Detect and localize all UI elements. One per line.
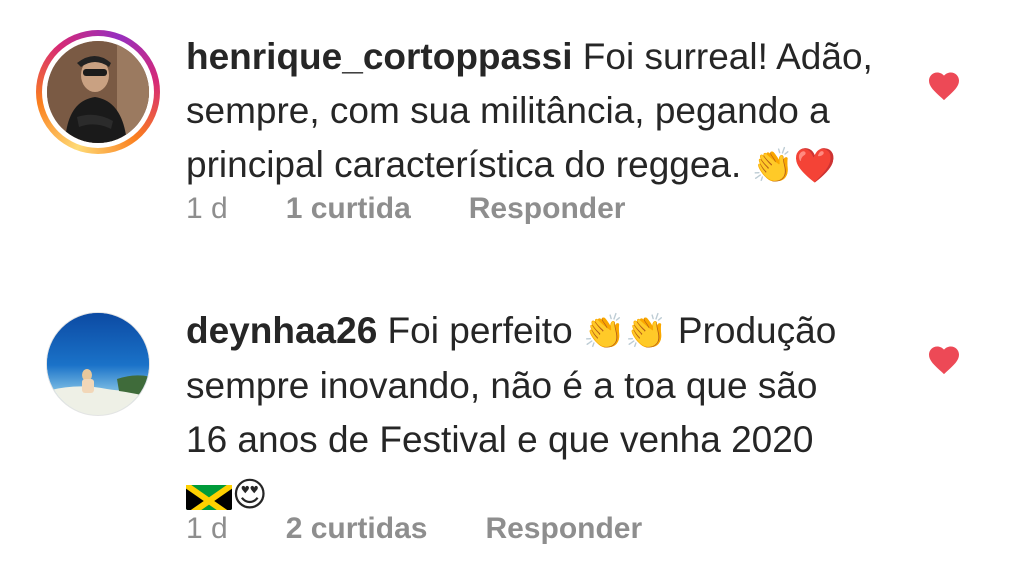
comment-item: deynhaa26 Foi perfeito 👏👏 Produção sempr… [0, 290, 1024, 571]
heart-eyes-emoji: 😍 [232, 475, 268, 515]
comment-text-line2: sempre, com sua militância, pegando a [186, 90, 830, 131]
avatar-story-ring[interactable] [36, 30, 160, 154]
reply-button[interactable]: Responder [469, 192, 626, 226]
comment-text-line2: sempre inovando, não é a toa que são [186, 365, 818, 406]
avatar[interactable] [47, 41, 149, 143]
clap-heart-emoji: 👏❤️ [751, 146, 837, 186]
comment-meta: 1 d 2 curtidas Responder [186, 512, 642, 546]
clap-emoji: 👏👏 [582, 312, 668, 352]
comment-text-line3: principal característica do reggea. [186, 144, 742, 185]
avatar-container[interactable] [46, 312, 150, 416]
comment-username[interactable]: deynhaa26 [186, 310, 377, 351]
avatar-photo [47, 41, 149, 143]
comment-text-line1: Foi perfeito [377, 310, 583, 351]
jamaica-flag-icon [186, 478, 232, 510]
comment-text-line1b: Produção [667, 310, 837, 351]
comment-meta: 1 d 1 curtida Responder [186, 192, 625, 226]
comment-text-line1: Foi surreal! Adão, [572, 36, 873, 77]
comment-item: henrique_cortoppassi Foi surreal! Adão, … [0, 0, 1024, 260]
comment-time: 1 d [186, 192, 228, 225]
comment-time: 1 d [186, 512, 228, 545]
comment-likes[interactable]: 2 curtidas [286, 512, 428, 546]
avatar-photo [47, 313, 149, 415]
comment-text: deynhaa26 Foi perfeito 👏👏 Produção sempr… [186, 304, 906, 522]
comment-username[interactable]: henrique_cortoppassi [186, 36, 573, 77]
avatar[interactable] [46, 312, 150, 416]
comment-text: henrique_cortoppassi Foi surreal! Adão, … [186, 30, 906, 193]
heart-icon[interactable] [926, 68, 962, 104]
reply-button[interactable]: Responder [485, 512, 642, 546]
comment-likes[interactable]: 1 curtida [286, 192, 411, 226]
heart-icon[interactable] [926, 342, 962, 378]
comment-text-line3: 16 anos de Festival e que venha 2020 [186, 419, 814, 460]
